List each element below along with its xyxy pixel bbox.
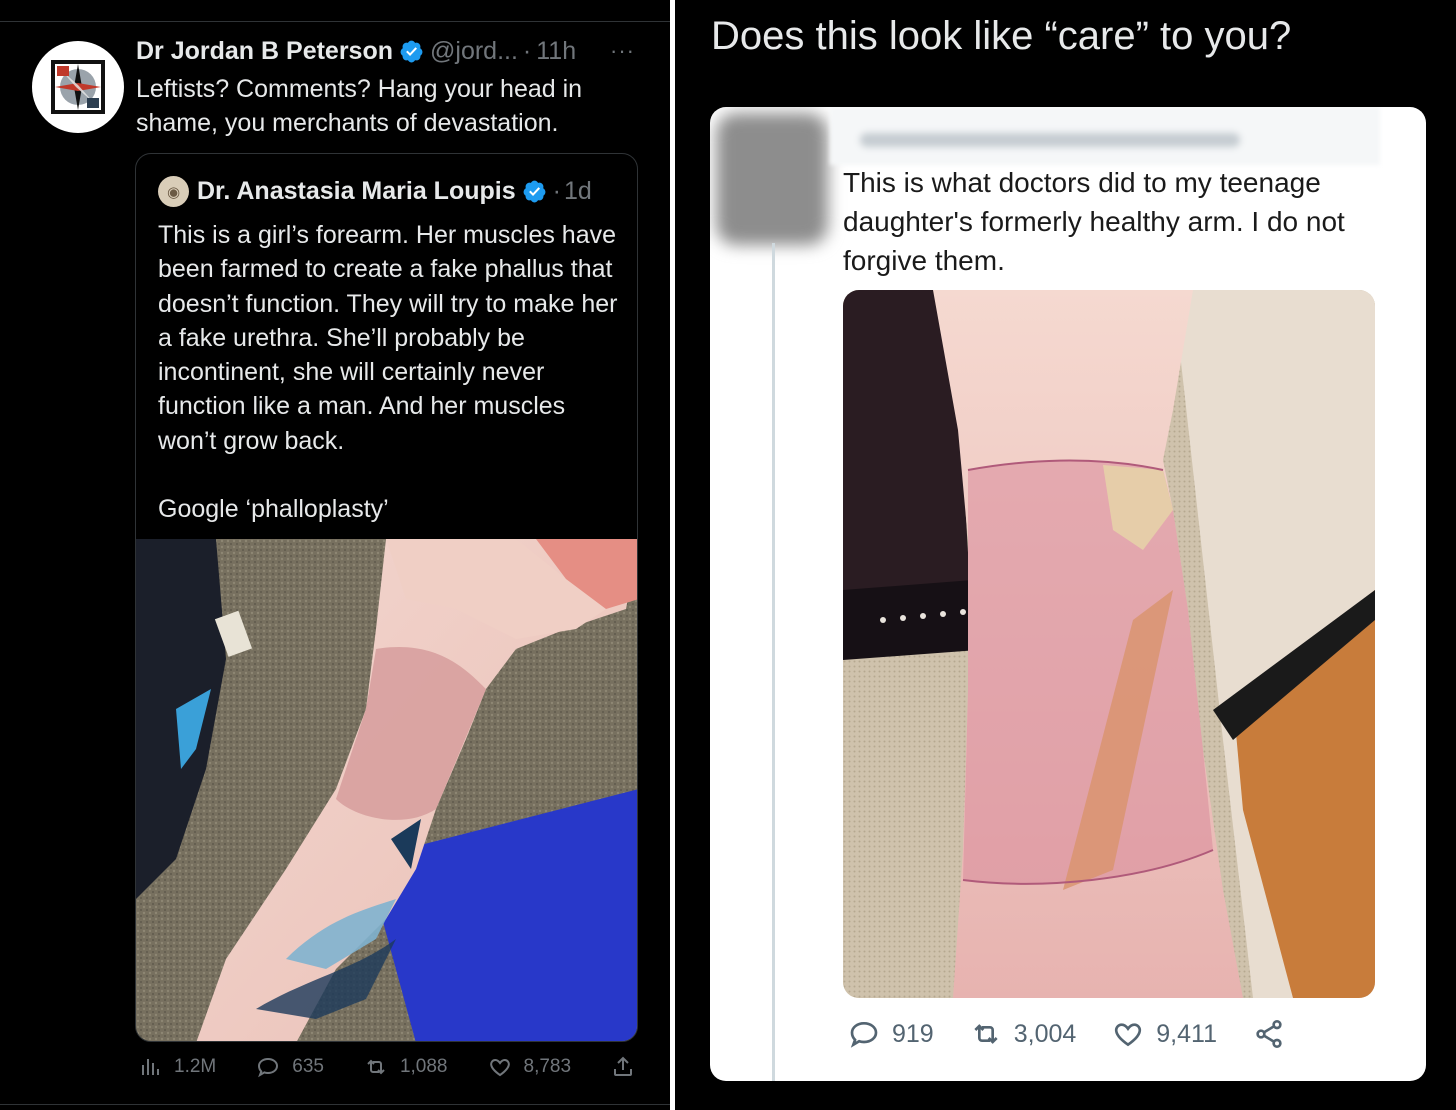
author-name[interactable]: Dr Jordan B Peterson — [136, 37, 393, 66]
right-screenshot: Does this look like “care” to you? This … — [675, 0, 1456, 1110]
quoted-tweet[interactable]: ◉ Dr. Anastasia Maria Loupis · 1d This i… — [135, 153, 638, 1042]
tweet-actions-bar: 1.2M 635 1,088 8,783 — [138, 1055, 687, 1079]
quoted-paragraph: Google ‘phalloplasty’ — [158, 495, 389, 524]
views-stat[interactable]: 1.2M — [138, 1055, 216, 1079]
share-icon — [614, 1056, 633, 1076]
quoted-tweet-header: ◉ Dr. Anastasia Maria Loupis · 1d — [158, 176, 592, 207]
like-count: 8,783 — [523, 1056, 572, 1077]
blurred-avatar — [716, 113, 828, 245]
verified-badge-icon — [523, 180, 546, 203]
author-handle[interactable]: @jord... — [430, 37, 518, 66]
embedded-tweet-text: This is what doctors did to my teenage d… — [843, 167, 1345, 276]
like-count: 9,411 — [1156, 1019, 1217, 1048]
quoted-tweet-timestamp[interactable]: 1d — [564, 177, 592, 206]
share-button[interactable] — [611, 1055, 647, 1079]
analytics-icon — [142, 1059, 159, 1075]
divider-line — [0, 21, 670, 22]
panel-title: Does this look like “care” to you? — [711, 14, 1292, 58]
quoted-paragraph: This is a girl’s forearm. Her muscles ha… — [158, 221, 618, 455]
verified-badge-icon — [400, 40, 423, 63]
quoted-author-name[interactable]: Dr. Anastasia Maria Loupis — [197, 177, 516, 206]
share-button[interactable] — [1253, 1018, 1297, 1050]
quoted-author-avatar: ◉ — [158, 176, 189, 207]
tweet-text: Leftists? Comments? Hang your head in sh… — [136, 75, 583, 137]
retweet-button[interactable]: 1,088 — [364, 1055, 448, 1079]
share-nodes-icon — [1256, 1020, 1282, 1048]
heart-icon — [489, 1058, 510, 1077]
reply-button[interactable]: 919 — [848, 1018, 934, 1050]
compass-logo-icon — [51, 60, 105, 114]
like-button[interactable]: 8,783 — [488, 1055, 572, 1079]
reply-icon — [258, 1057, 279, 1078]
forearm-photo-illustration — [136, 539, 637, 1041]
retweet-count: 1,088 — [399, 1056, 448, 1077]
author-avatar[interactable] — [32, 41, 124, 133]
divider-line — [0, 1104, 670, 1105]
reply-icon — [850, 1021, 878, 1048]
more-options-icon[interactable]: ··· — [610, 38, 635, 64]
tweet-timestamp[interactable]: 11h — [536, 37, 576, 66]
retweet-count: 3,004 — [1013, 1019, 1077, 1048]
quoted-tweet-text: This is a girl’s forearm. Her muscles ha… — [158, 218, 628, 560]
blurred-author-name — [830, 107, 1380, 165]
views-count: 1.2M — [174, 1056, 217, 1077]
retweet-icon — [974, 1024, 998, 1044]
reply-count: 919 — [892, 1019, 934, 1048]
forearm-photo-illustration — [843, 290, 1375, 998]
embedded-tweet-photo[interactable] — [843, 290, 1375, 998]
thread-line — [772, 243, 775, 1081]
embedded-tweet-card[interactable]: This is what doctors did to my teenage d… — [710, 107, 1426, 1081]
reply-button[interactable]: 635 — [256, 1055, 324, 1079]
retweet-icon — [367, 1059, 385, 1075]
separator-dot: · — [552, 177, 561, 205]
quoted-tweet-photo[interactable] — [136, 539, 637, 1041]
like-button[interactable]: 9,411 — [1112, 1018, 1217, 1050]
tweet-header: Dr Jordan B Peterson @jord... · 11h — [136, 37, 576, 66]
heart-icon — [1115, 1023, 1142, 1047]
retweet-button[interactable]: 3,004 — [970, 1018, 1077, 1050]
embedded-tweet-actions: 919 3,004 9,411 — [848, 1018, 1333, 1050]
separator-dot: · — [522, 37, 532, 65]
left-screenshot: Dr Jordan B Peterson @jord... · 11h ··· … — [0, 0, 670, 1110]
reply-count: 635 — [292, 1056, 324, 1077]
